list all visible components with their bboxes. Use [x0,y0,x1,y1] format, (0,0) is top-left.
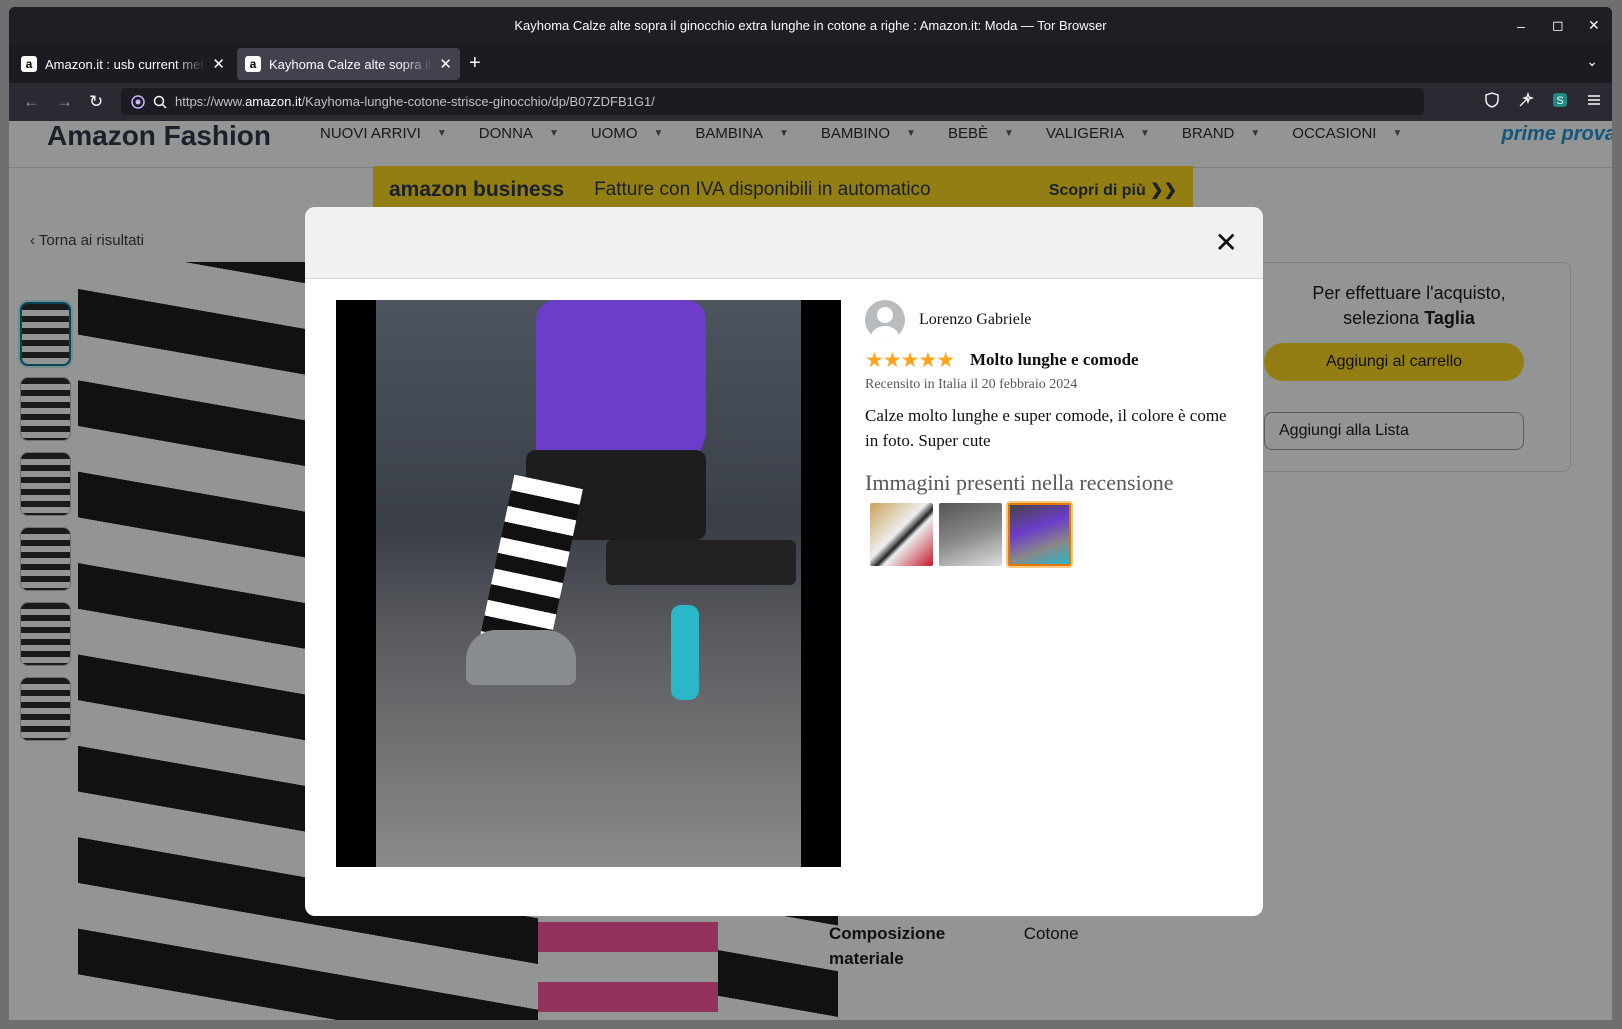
reviewer-name[interactable]: Lorenzo Gabriele [919,311,1031,329]
tor-onion-icon [131,94,145,109]
star-rating-icon: ★★★★★ [865,348,955,372]
photo-bottle [671,605,699,700]
tab-bar: a Amazon.it : usb current meter ✕ a Kayh… [9,44,1612,83]
close-window-icon[interactable]: ✕ [1588,17,1600,34]
review-images-heading: Immagini presenti nella recensione [865,470,1174,495]
navigation-bar: ← → ↻ https://www.amazon.it/Kayhoma-lung… [9,83,1612,121]
tab-label: Kayhoma Calze alte sopra il ginocchio [269,56,433,72]
tab-label: Amazon.it : usb current meter [45,56,207,72]
extension-icon[interactable]: S [1552,92,1568,108]
modal-header: ✕ [305,207,1263,279]
new-tab-icon[interactable]: + [469,52,481,75]
amazon-favicon-icon: a [245,56,261,72]
tab-kayhoma[interactable]: a Kayhoma Calze alte sopra il ginocchio … [237,48,460,80]
window-title: Kayhoma Calze alte sopra il ginocchio ex… [514,18,1107,33]
reload-icon[interactable]: ↻ [89,92,103,112]
forward-icon[interactable]: → [56,92,73,112]
photo-sock [479,474,583,656]
review-image-thumbnail[interactable] [870,503,933,566]
photo-shoe [466,630,576,685]
url-bar[interactable]: https://www.amazon.it/Kayhoma-lunghe-cot… [121,88,1424,115]
menu-icon[interactable] [1586,92,1602,108]
title-bar: Kayhoma Calze alte sopra il ginocchio ex… [9,7,1612,44]
new-identity-icon[interactable] [1518,92,1534,108]
url-text: https://www.amazon.it/Kayhoma-lunghe-cot… [175,94,655,109]
page-content: Amazon Fashion NUOVI ARRIVI ▼ DONNA ▼ UOMO… [9,121,1612,1020]
close-tab-icon[interactable]: ✕ [439,55,452,73]
toolbar-icons: S [1484,92,1602,108]
search-icon [153,95,167,109]
amazon-favicon-icon: a [21,56,37,72]
shield-icon[interactable] [1484,92,1500,108]
review-image-thumbnails [870,503,1071,566]
review-title: Molto lunghe e comode [970,350,1139,369]
review-image-modal: ✕ Lorenzo Gabriele ★★★★★ Molto lunghe e … [305,207,1263,916]
review-image-thumbnail[interactable] [939,503,1002,566]
avatar [865,300,905,340]
photo-bench [606,540,796,585]
review-photo [336,300,841,867]
browser-window: Kayhoma Calze alte sopra il ginocchio ex… [9,7,1612,1020]
tab-usb-meter[interactable]: a Amazon.it : usb current meter ✕ [13,48,233,80]
gym-photo-scene [376,300,801,867]
photo-shirt [536,300,706,470]
svg-text:S: S [1556,95,1563,107]
list-tabs-icon[interactable]: ⌄ [1586,53,1598,70]
review-date: Recensito in Italia il 20 febbraio 2024 [865,377,1078,392]
minimize-icon[interactable]: – [1516,18,1526,34]
close-icon[interactable]: ✕ [1215,229,1238,257]
close-tab-icon[interactable]: ✕ [212,55,225,73]
review-image-thumbnail-selected[interactable] [1008,503,1071,566]
review-body: Calze molto lunghe e super comode, il co… [865,406,1227,450]
back-icon[interactable]: ← [23,92,40,112]
window-controls: – ◻ ✕ [1516,7,1600,44]
maximize-icon[interactable]: ◻ [1552,17,1564,34]
